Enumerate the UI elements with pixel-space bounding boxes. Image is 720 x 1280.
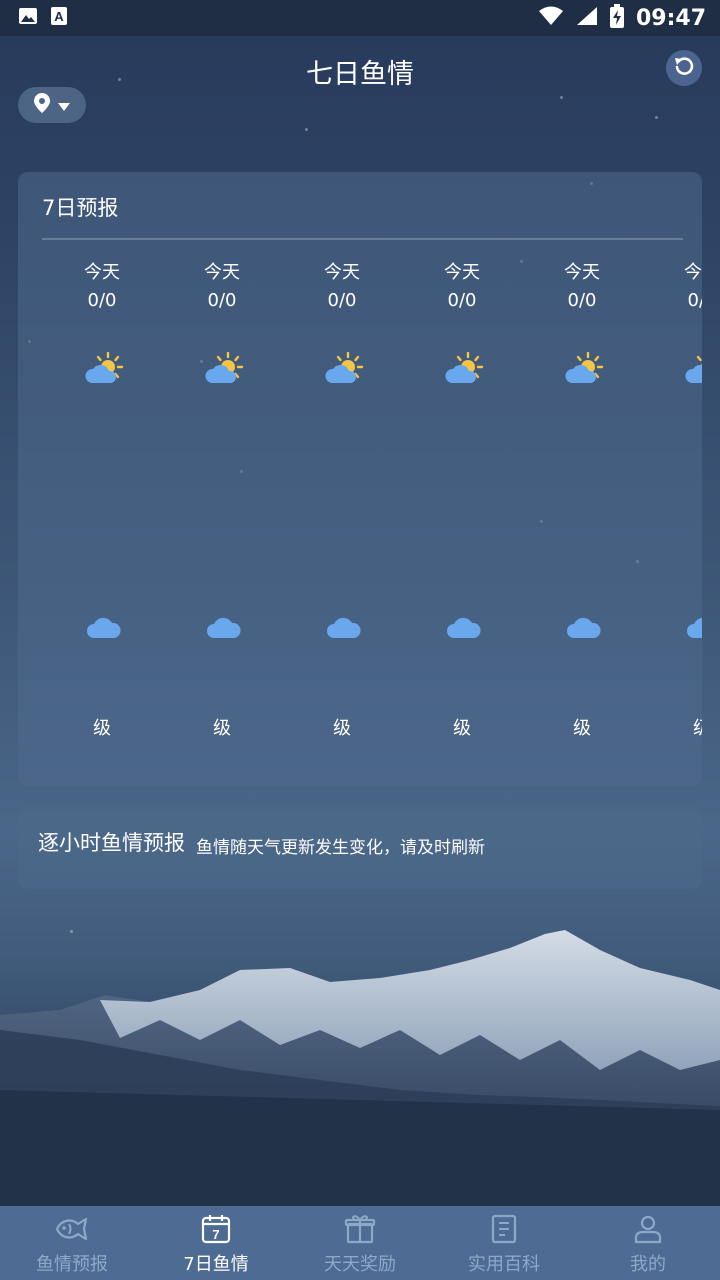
signal-icon	[576, 6, 598, 30]
nav-item-mine[interactable]: 我的	[576, 1206, 720, 1280]
book-icon	[487, 1212, 521, 1246]
wind-level: 级	[453, 718, 471, 739]
day-temperature: 0/0	[87, 290, 117, 311]
forecast-day[interactable]: 今天 0/0 级	[402, 258, 522, 758]
partly-cloudy-icon	[204, 351, 244, 386]
partly-cloudy-icon	[444, 351, 484, 386]
forecast-day[interactable]: 今天 0/0 级	[162, 258, 282, 758]
day-label: 今天	[324, 262, 360, 283]
partly-cloudy-icon	[684, 352, 702, 386]
day-label: 今天	[444, 262, 480, 283]
calendar-icon: 7	[199, 1212, 233, 1246]
wind-level: 级	[93, 718, 111, 739]
hourly-forecast-note: 鱼情随天气更新发生变化，请及时刷新	[196, 838, 485, 858]
partly-cloudy-icon	[564, 351, 604, 386]
status-bar: A 09:47	[0, 0, 720, 36]
cloud-icon	[86, 614, 122, 640]
gallery-icon	[18, 6, 38, 30]
status-time: 09:47	[635, 5, 706, 31]
hourly-forecast-card[interactable]: 逐小时鱼情预报 鱼情随天气更新发生变化，请及时刷新	[18, 805, 702, 889]
wind-level: 级	[213, 718, 231, 739]
nav-item-daily-reward[interactable]: 天天奖励	[288, 1206, 432, 1280]
user-icon	[631, 1212, 665, 1246]
font-app-icon: A	[50, 6, 68, 30]
day-label: 今天	[564, 262, 600, 283]
cloud-icon	[326, 614, 362, 640]
cloud-icon	[686, 614, 702, 640]
day-temperature: 0/0	[687, 290, 702, 311]
cloud-icon	[206, 614, 242, 640]
forecast-day[interactable]: 今天 0/0 级	[642, 258, 702, 758]
nav-label: 实用百科	[468, 1254, 540, 1275]
svg-text:7: 7	[212, 1227, 219, 1242]
nav-label: 我的	[630, 1254, 666, 1275]
nav-label: 天天奖励	[324, 1254, 396, 1275]
refresh-button[interactable]	[666, 50, 702, 86]
gift-icon	[343, 1212, 377, 1246]
nav-item-7day[interactable]: 7 7日鱼情	[144, 1206, 288, 1280]
day-label: 今天	[684, 262, 702, 283]
nav-item-fish-forecast[interactable]: 鱼情预报	[0, 1206, 144, 1280]
hourly-forecast-title: 逐小时鱼情预报	[38, 831, 185, 855]
day-temperature: 0/0	[447, 290, 477, 311]
page-title: 七日鱼情	[306, 59, 414, 90]
forecast-card-title: 7日预报	[42, 196, 119, 220]
divider	[42, 238, 683, 240]
forecast-day[interactable]: 今天 0/0 级	[522, 258, 642, 758]
battery-icon	[609, 4, 624, 32]
header: 七日鱼情	[0, 36, 720, 172]
nav-label: 7日鱼情	[183, 1254, 249, 1275]
location-pin-icon	[34, 93, 50, 117]
day-label: 今天	[204, 262, 240, 283]
cloud-icon	[566, 614, 602, 640]
wind-level: 级	[333, 718, 351, 739]
mountain-background	[0, 930, 720, 1206]
wind-level: 级	[573, 718, 591, 739]
partly-cloudy-icon	[84, 351, 124, 386]
fish-icon	[55, 1212, 89, 1246]
day-temperature: 0/0	[567, 290, 597, 311]
bottom-nav: 鱼情预报 7 7日鱼情 天天奖励 实用百科 我的	[0, 1206, 720, 1280]
nav-label: 鱼情预报	[36, 1254, 108, 1275]
wifi-icon	[538, 6, 564, 30]
forecast-day[interactable]: 今天 0/0 级	[42, 258, 162, 758]
nav-item-encyclopedia[interactable]: 实用百科	[432, 1206, 576, 1280]
cloud-icon	[446, 614, 482, 640]
day-temperature: 0/0	[207, 290, 237, 311]
chevron-down-icon	[58, 96, 70, 115]
day-temperature: 0/0	[327, 290, 357, 311]
day-label: 今天	[84, 262, 120, 283]
partly-cloudy-icon	[324, 351, 364, 386]
forecast-day[interactable]: 今天 0/0 级	[282, 258, 402, 758]
wind-level: 级	[642, 714, 702, 740]
svg-text:A: A	[54, 9, 64, 24]
location-selector[interactable]	[18, 87, 86, 123]
refresh-icon	[673, 55, 695, 81]
forecast-card: 7日预报 今天 0/0 级 今天 0/0 级 今天 0/0 级 今天 0/0 级…	[18, 172, 702, 786]
